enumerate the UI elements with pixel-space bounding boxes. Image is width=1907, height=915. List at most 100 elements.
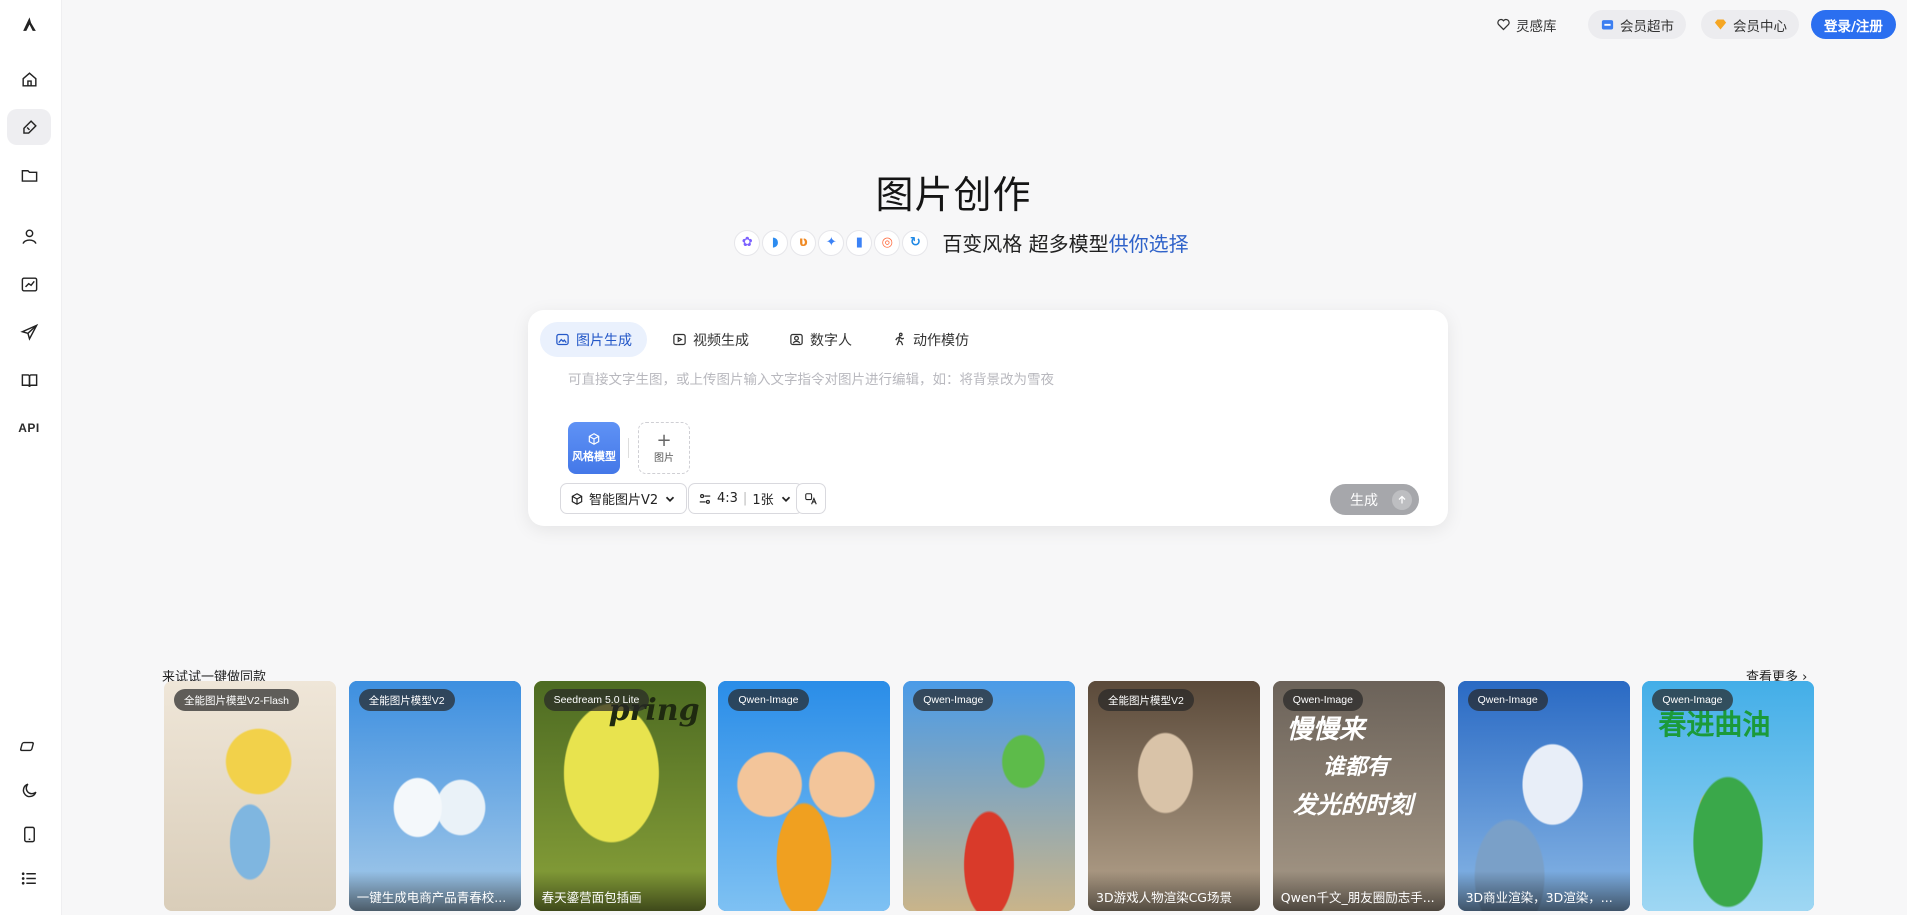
tab-image-generation[interactable]: 图片生成 [540, 322, 647, 357]
sidebar-item-theme[interactable] [7, 772, 51, 808]
logo-icon [22, 16, 36, 31]
tab-label: 视频生成 [693, 332, 749, 349]
model-tag: Qwen-Image [913, 689, 994, 711]
ratio-count-select[interactable]: 4:3 | 1张 [688, 483, 803, 514]
subtitle-accent: 供你选择 [1108, 232, 1189, 256]
sidebar-item-api[interactable]: API [7, 410, 51, 446]
market-button[interactable]: 会员超市 [1588, 10, 1686, 39]
card-caption: 3D商业渲染，3D渲染，... [1457, 871, 1630, 911]
member-center-button[interactable]: 会员中心 [1701, 10, 1799, 39]
add-image-button[interactable]: + 图片 [638, 422, 690, 474]
sliders-icon [699, 493, 711, 504]
switch-icon [19, 741, 34, 751]
model-tag: Qwen-Image [728, 689, 809, 711]
card-caption: 春天鎏营面包插画 [533, 871, 706, 911]
gallery-card[interactable]: Qwen-Image [718, 681, 891, 911]
running-icon [895, 332, 905, 346]
send-icon [19, 323, 38, 341]
generate-label: 生成 [1350, 492, 1378, 509]
translate-icon [805, 492, 817, 504]
model-select-value: 智能图片V2 [589, 493, 659, 508]
arrow-up-icon [1392, 489, 1412, 510]
model-logo-icon: ↻ [902, 229, 929, 256]
image-icon [556, 333, 569, 346]
model-logo-icon: ◎ [874, 229, 901, 256]
sidebar-item-switch[interactable] [7, 728, 51, 764]
brush-icon [22, 119, 37, 134]
tab-video-generation[interactable]: 视频生成 [657, 322, 764, 357]
model-logo-icon: ✿ [734, 229, 761, 256]
plus-icon: + [656, 429, 672, 451]
ratio-value: 4:3 [717, 491, 738, 506]
subtitle-main: 百变风格 超多模型 [942, 232, 1109, 256]
moon-icon [22, 782, 37, 797]
tab-label: 图片生成 [576, 332, 632, 349]
model-select[interactable]: 智能图片V2 [560, 483, 688, 514]
hero-subtitle: ✿ ◗ ʋ ✦ ▮ ◎ ↻ 百变风格 超多模型 供你选择 [0, 228, 1907, 257]
divider [628, 438, 629, 458]
generate-button[interactable]: 生成 [1330, 484, 1419, 515]
market-label: 会员超市 [1620, 18, 1674, 35]
model-tag: 全能图片模型V2-Flash [174, 689, 300, 711]
creation-tabs: 图片生成 视频生成 数字人 动作模仿 [540, 322, 984, 357]
model-logos: ✿ ◗ ʋ ✦ ▮ ◎ ↻ [734, 229, 929, 256]
gallery-card[interactable]: 全能图片模型V2 一键生成电商产品青春校... [348, 681, 521, 911]
translate-button[interactable] [796, 483, 826, 514]
count-value: 1张 [752, 493, 774, 508]
list-icon [21, 871, 36, 885]
gallery-card[interactable]: Qwen-Image 3D商业渲染，3D渲染，... [1457, 681, 1630, 911]
add-image-label: 图片 [654, 452, 674, 464]
creation-panel: 图片生成 视频生成 数字人 动作模仿 可直接文字生图，或上传图片输入文字指令对图… [528, 310, 1448, 526]
chevron-down-icon [666, 496, 675, 502]
member-label: 会员中心 [1733, 18, 1787, 35]
chart-icon [21, 276, 37, 292]
sidebar-item-home[interactable] [7, 61, 51, 97]
portrait-icon [790, 333, 803, 346]
gallery-card[interactable]: pring Seedream 5.0 Lite 春天鎏营面包插画 [533, 681, 706, 911]
page-title: 图片创作 [875, 173, 1032, 217]
model-tag: Qwen-Image [1652, 689, 1733, 711]
sidebar: API [0, 0, 62, 915]
model-tag: 全能图片模型V2 [358, 689, 455, 711]
sidebar-item-mobile[interactable] [7, 816, 51, 852]
sidebar-item-docs[interactable] [7, 362, 51, 398]
model-logo-icon: ʋ [790, 229, 817, 256]
card-caption: 一键生成电商产品青春校... [348, 871, 521, 911]
sidebar-item-publish[interactable] [7, 314, 51, 350]
video-icon [673, 333, 686, 346]
model-tag: 全能图片模型V2 [1098, 689, 1194, 711]
gallery-card[interactable]: 春进曲油 Qwen-Image [1642, 681, 1815, 911]
sidebar-item-analytics[interactable] [7, 266, 51, 302]
login-button[interactable]: 登录/注册 [1811, 10, 1896, 39]
card-caption: 3D游戏人物渲染CG场景 [1088, 871, 1260, 911]
ratio-separator: | [742, 491, 748, 506]
model-tag: Seedream 5.0 Lite [543, 689, 650, 711]
sidebar-item-image-create[interactable] [7, 109, 51, 145]
home-icon [21, 71, 37, 87]
diamond-icon [1714, 19, 1727, 30]
api-label: API [18, 421, 40, 435]
style-model-button[interactable]: 风格模型 [568, 422, 620, 474]
gallery-card[interactable]: 全能图片模型V2 3D游戏人物渲染CG场景 [1088, 681, 1260, 911]
tab-motion-imitation[interactable]: 动作模仿 [877, 322, 984, 357]
model-tag: Qwen-Image [1467, 689, 1548, 711]
inspiration-label: 灵感库 [1516, 18, 1557, 35]
cube-icon [588, 433, 600, 445]
book-icon [21, 373, 37, 387]
sidebar-item-menu[interactable] [7, 860, 51, 896]
gallery-card[interactable]: 慢慢来 谁都有 发光的时刻 Qwen-Image Qwen千文_朋友圈励志手... [1272, 681, 1445, 911]
tab-digital-human[interactable]: 数字人 [774, 322, 867, 357]
prompt-input[interactable]: 可直接文字生图，或上传图片输入文字指令对图片进行编辑，如：将背景改为雪夜 [568, 368, 1348, 388]
model-logo-icon: ◗ [762, 229, 789, 256]
cube-icon [571, 492, 583, 505]
chevron-down-icon [781, 496, 790, 502]
app-logo[interactable] [7, 6, 51, 42]
model-logo-icon: ▮ [846, 229, 873, 256]
gallery-card[interactable]: 全能图片模型V2-Flash [164, 681, 336, 911]
heart-icon [1497, 18, 1510, 31]
card-caption: Qwen千文_朋友圈励志手... [1272, 871, 1445, 911]
tab-label: 数字人 [810, 332, 852, 349]
gallery-card[interactable]: Qwen-Image [903, 681, 1076, 911]
model-tag: Qwen-Image [1282, 689, 1363, 711]
inspiration-button[interactable]: 灵感库 [1484, 10, 1569, 39]
